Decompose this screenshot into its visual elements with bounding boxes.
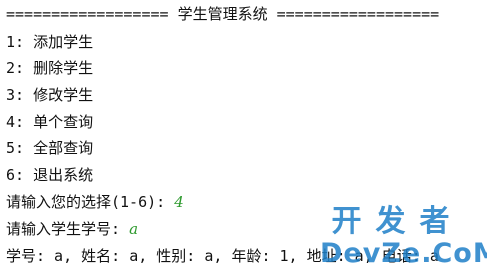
student-id-line: 请输入学生学号: a — [6, 217, 138, 241]
menu-item-exit: 6: 退出系统 — [6, 166, 94, 184]
menu-item-add: 1: 添加学生 — [6, 33, 94, 51]
query-result-line: 学号: a, 姓名: a, 性别: a, 年龄: 1, 地址: a, 电话: a — [6, 247, 439, 265]
watermark-cn: 开发者 — [331, 204, 464, 239]
choice-line: 请输入您的选择(1-6): 4 — [6, 190, 184, 214]
menu-item-single-query: 4: 单个查询 — [6, 113, 94, 131]
console-window: ================== 学生管理系统 ==============… — [0, 0, 487, 275]
menu-item-modify: 3: 修改学生 — [6, 86, 94, 104]
student-id-prompt: 请输入学生学号: — [6, 220, 130, 238]
menu-item-delete: 2: 删除学生 — [6, 59, 94, 77]
choice-input[interactable]: 4 — [174, 193, 184, 211]
student-id-input[interactable]: a — [129, 220, 138, 238]
choice-prompt: 请输入您的选择(1-6): — [6, 193, 175, 211]
menu-header: ================== 学生管理系统 ==============… — [6, 5, 440, 23]
menu-item-query-all: 5: 全部查询 — [6, 139, 94, 157]
